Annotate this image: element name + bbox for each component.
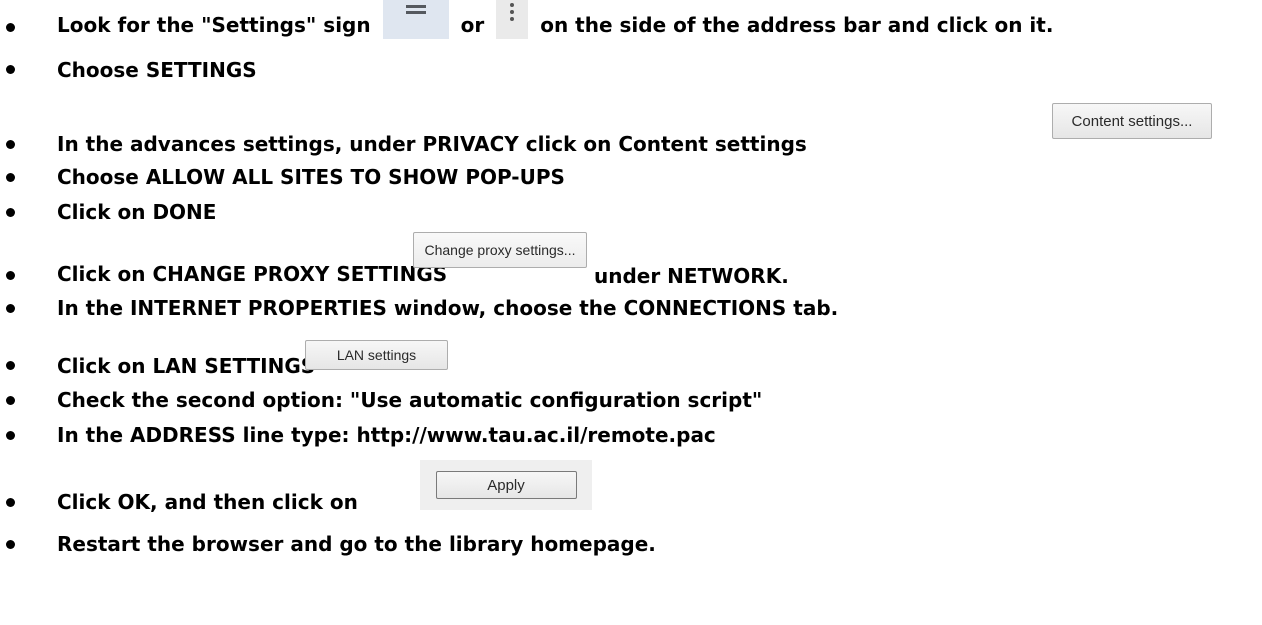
step-4: Choose ALLOW ALL SITES TO SHOW POP-UPS bbox=[0, 159, 1262, 195]
apply-button[interactable]: Apply bbox=[435, 471, 577, 499]
instructions-page: { "steps": [ {"text_before": "Look for t… bbox=[0, 0, 1262, 625]
lan-settings-button[interactable]: LAN settings bbox=[305, 340, 448, 370]
step-1-content: Look for the "Settings" sign or on the s… bbox=[57, 0, 1053, 50]
step-text: In the INTERNET PROPERTIES window, choos… bbox=[57, 296, 839, 320]
step-5: Click on DONE bbox=[0, 195, 1262, 229]
bullet bbox=[6, 208, 15, 217]
step-text: or bbox=[460, 13, 485, 37]
bullet bbox=[6, 498, 15, 507]
bullet bbox=[6, 304, 15, 313]
bullet bbox=[6, 431, 15, 440]
bullet bbox=[6, 271, 15, 280]
apply-button-frame: Apply bbox=[420, 460, 592, 510]
step-text: In the ADDRESS line type: http://www.tau… bbox=[57, 423, 716, 447]
content-settings-button[interactable]: Content settings... bbox=[1052, 103, 1212, 139]
bullet bbox=[6, 361, 15, 370]
step-text: Choose ALLOW ALL SITES TO SHOW POP-UPS bbox=[57, 165, 565, 189]
step-text: under NETWORK. bbox=[594, 264, 789, 288]
step-text: Click on DONE bbox=[57, 200, 217, 224]
step-text: Click OK, and then click on bbox=[57, 490, 358, 514]
step-text: Check the second option: "Use automatic … bbox=[57, 388, 763, 412]
step-3-content: In the advances settings, under PRIVACY … bbox=[57, 99, 807, 159]
step-11-content: Click OK, and then click on bbox=[57, 458, 358, 518]
hamburger-menu-icon bbox=[382, 0, 449, 39]
step-12: Restart the browser and go to the librar… bbox=[0, 526, 1262, 562]
change-proxy-settings-button[interactable]: Change proxy settings... bbox=[413, 232, 587, 268]
step-6-content: Click on CHANGE PROXY SETTINGS bbox=[57, 232, 447, 290]
step-10: In the ADDRESS line type: http://www.tau… bbox=[0, 418, 1262, 452]
step-text: Look for the "Settings" sign bbox=[57, 13, 371, 37]
step-text: Choose SETTINGS bbox=[57, 58, 257, 82]
step-1: Look for the "Settings" sign or on the s… bbox=[0, 0, 1262, 50]
step-text: Restart the browser and go to the librar… bbox=[57, 532, 656, 556]
step-8: Click on LAN SETTINGS LAN settings bbox=[0, 332, 1262, 382]
step-text: Click on CHANGE PROXY SETTINGS bbox=[57, 262, 448, 286]
bullet bbox=[6, 396, 15, 405]
bullet bbox=[6, 540, 15, 549]
step-11: Click OK, and then click on Apply bbox=[0, 458, 1262, 518]
step-text: on the side of the address bar and click… bbox=[540, 13, 1054, 37]
vertical-dots-icon bbox=[496, 0, 529, 39]
step-7: In the INTERNET PROPERTIES window, choos… bbox=[0, 290, 1262, 326]
step-8-content: Click on LAN SETTINGS bbox=[57, 332, 315, 382]
bullet bbox=[6, 140, 15, 149]
step-9: Check the second option: "Use automatic … bbox=[0, 382, 1262, 418]
bullet bbox=[6, 23, 15, 32]
step-text: In the advances settings, under PRIVACY … bbox=[57, 132, 807, 156]
step-3: In the advances settings, under PRIVACY … bbox=[0, 99, 1262, 159]
bullet bbox=[6, 65, 15, 74]
step-2: Choose SETTINGS bbox=[0, 50, 1262, 90]
step-text: Click on LAN SETTINGS bbox=[57, 354, 316, 378]
bullet bbox=[6, 173, 15, 182]
step-6: Click on CHANGE PROXY SETTINGS Change pr… bbox=[0, 232, 1262, 290]
